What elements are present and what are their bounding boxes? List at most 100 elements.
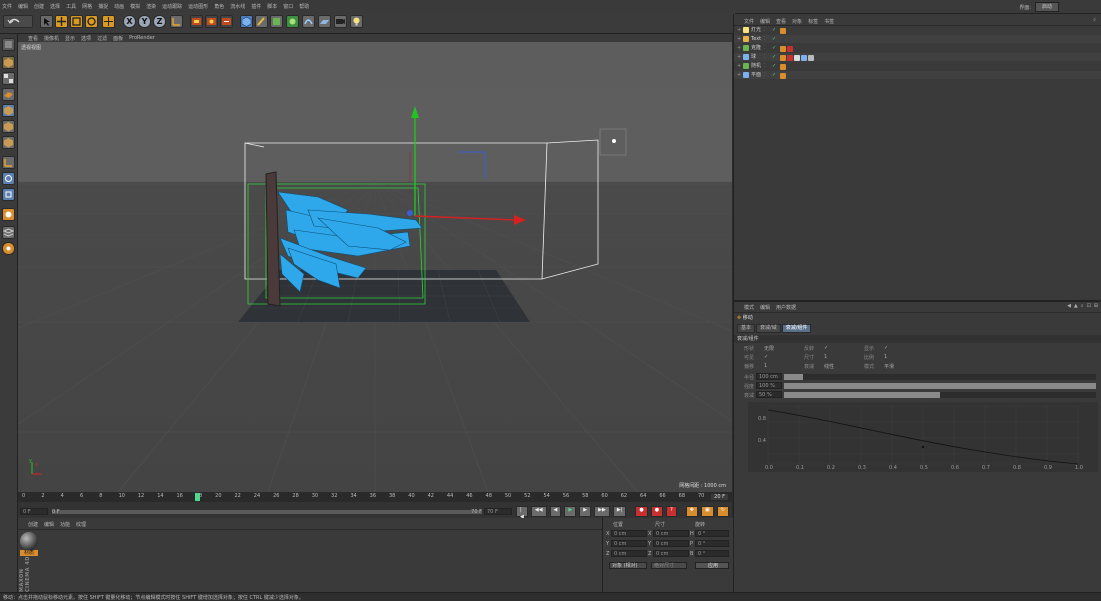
camera-button[interactable] [334,15,347,28]
undo-button[interactable] [3,15,33,28]
go-end-icon[interactable]: ▶| [612,506,627,517]
polygons-mode-button[interactable] [2,136,15,149]
cloner-button[interactable] [286,15,299,28]
object-menu-item-0[interactable]: 文件 [744,18,754,25]
key-position-icon[interactable]: ✥ [685,506,698,517]
menu-item-4[interactable]: 工具 [66,3,76,10]
check-icon[interactable]: ✓ [772,53,776,61]
field-value[interactable]: 1 [764,363,767,369]
material-menu-item-3[interactable]: 纹理 [76,521,86,528]
rotate-button[interactable] [85,15,98,28]
menu-item-12[interactable]: 角色 [214,3,224,10]
menu-item-9[interactable]: 渲染 [146,3,156,10]
tag-icon[interactable] [801,54,807,61]
light-icon[interactable] [599,128,627,156]
attribute-tab-2[interactable]: 衰减/组件 [781,324,812,333]
field-value[interactable]: ✓ [824,345,828,351]
search-icon[interactable]: ⌕ [1081,303,1084,309]
tag-icon[interactable] [794,54,800,61]
coord-mode-select[interactable]: 对象 (相对) [609,562,647,569]
scale-button[interactable] [70,15,83,28]
object-row[interactable]: + 平面 ⁚ ✓ [734,71,1101,79]
object-row[interactable]: + 灯光 ⁚ ✓ [734,26,1101,34]
live-select-button[interactable] [102,15,115,28]
select-arrow-button[interactable] [40,15,53,28]
start-frame-field[interactable]: 0 F [20,508,48,515]
viewport-menu-item-4[interactable]: 过滤 [97,35,107,42]
menu-item-13[interactable]: 流水线 [230,3,245,10]
soft-selection-button[interactable] [2,242,15,255]
slider-value-field[interactable]: 100 cm [756,373,782,380]
slider-track[interactable] [784,392,1096,398]
viewport-menu-item-1[interactable]: 摄像机 [44,35,59,42]
visibility-icon[interactable]: ⁚ [764,62,766,70]
menu-item-7[interactable]: 动画 [114,3,124,10]
layers-button[interactable] [2,226,15,239]
falloff-curve[interactable]: 0.8 0.4 0.0 0.1 0.2 0.3 0.4 0.5 0.6 0.7 0.8 0.9 1.0 [748,402,1098,472]
object-expand-icon[interactable]: + [737,62,741,70]
prev-frame-icon[interactable]: ◀ [549,506,562,517]
coord-size-field[interactable]: 0 cm [653,540,689,547]
viewport-menu-item-6[interactable]: ProRender [129,35,155,42]
render-view-button[interactable] [190,15,203,28]
snap-button[interactable] [2,188,15,201]
attribute-tab-1[interactable]: 衰减/域 [756,324,781,333]
model-mode-button[interactable] [2,56,15,69]
menu-item-5[interactable]: 网格 [82,3,92,10]
attribute-menu-item-2[interactable]: 用户数据 [776,304,796,311]
check-icon[interactable]: ✓ [772,44,776,52]
tag-icon[interactable] [780,54,786,61]
object-row[interactable]: + 克隆 ⁚ ✓ [734,44,1101,52]
menu-item-6[interactable]: 捕捉 [98,3,108,10]
slider-value-field[interactable]: 100 % [756,382,782,389]
workplane-button[interactable] [2,88,15,101]
coord-size-select[interactable]: 绝对尺寸 [651,562,687,569]
object-row[interactable]: + 随机 ⁚ ✓ [734,62,1101,70]
coord-rotation-field[interactable]: 0 ° [695,550,729,557]
check-icon[interactable]: ✓ [772,62,776,70]
visibility-icon[interactable]: ⁚ [764,44,766,52]
timeline-playhead[interactable] [194,493,200,501]
object-expand-icon[interactable]: + [737,53,741,61]
field-value[interactable]: 1 [824,354,827,360]
coord-position-field[interactable]: 0 cm [611,540,647,547]
record-icon[interactable]: ● [635,506,648,517]
coord-position-field[interactable]: 0 cm [611,530,647,537]
object-expand-icon[interactable]: + [737,35,741,43]
field-value[interactable]: 线性 [824,363,834,370]
key-rotation-icon[interactable]: ↻ [716,506,729,517]
render-settings-button[interactable] [220,15,233,28]
light-button[interactable] [350,15,363,28]
prev-key-icon[interactable]: ◀◀ [530,506,547,517]
tag-icon[interactable] [787,54,793,61]
y-axis-button[interactable]: Y [138,15,151,28]
object-row[interactable]: + Text ⁚ ✓ [734,35,1101,43]
menu-item-15[interactable]: 脚本 [267,3,277,10]
field-value[interactable]: 无限 [764,345,774,352]
menu-item-1[interactable]: 编辑 [18,3,28,10]
object-menu-item-3[interactable]: 对象 [792,18,802,25]
sculpt-button[interactable] [2,208,15,221]
keyframe-selection-icon[interactable]: ? [666,506,677,517]
menu-item-8[interactable]: 模拟 [130,3,140,10]
material-menu-item-1[interactable]: 编辑 [44,521,54,528]
attribute-menu-item-0[interactable]: 模式 [744,304,754,311]
slider-value-field[interactable]: 50 % [756,391,782,398]
axis-mode-button[interactable] [2,156,15,169]
visibility-icon[interactable]: ⁚ [764,35,766,43]
coord-size-field[interactable]: 0 cm [653,550,689,557]
material-menu-item-0[interactable]: 创建 [28,521,38,528]
visibility-icon[interactable]: ⁚ [764,26,766,34]
check-icon[interactable]: ✓ [772,71,776,79]
apply-button[interactable]: 应用 [695,562,729,569]
slider-track[interactable] [784,374,1096,380]
points-mode-button[interactable] [2,104,15,117]
new-window-icon[interactable]: ⊞ [1094,303,1098,309]
attribute-menu-item-1[interactable]: 编辑 [760,304,770,311]
end-frame-field[interactable]: 70 F [484,508,512,515]
object-expand-icon[interactable]: + [737,71,741,79]
viewport-menu-item-5[interactable]: 面板 [113,35,123,42]
object-menu-item-5[interactable]: 书签 [824,18,834,25]
viewport-menu-item-3[interactable]: 选项 [81,35,91,42]
timeline-ruler[interactable]: 0246810121416182022242628303234363840424… [18,492,732,502]
